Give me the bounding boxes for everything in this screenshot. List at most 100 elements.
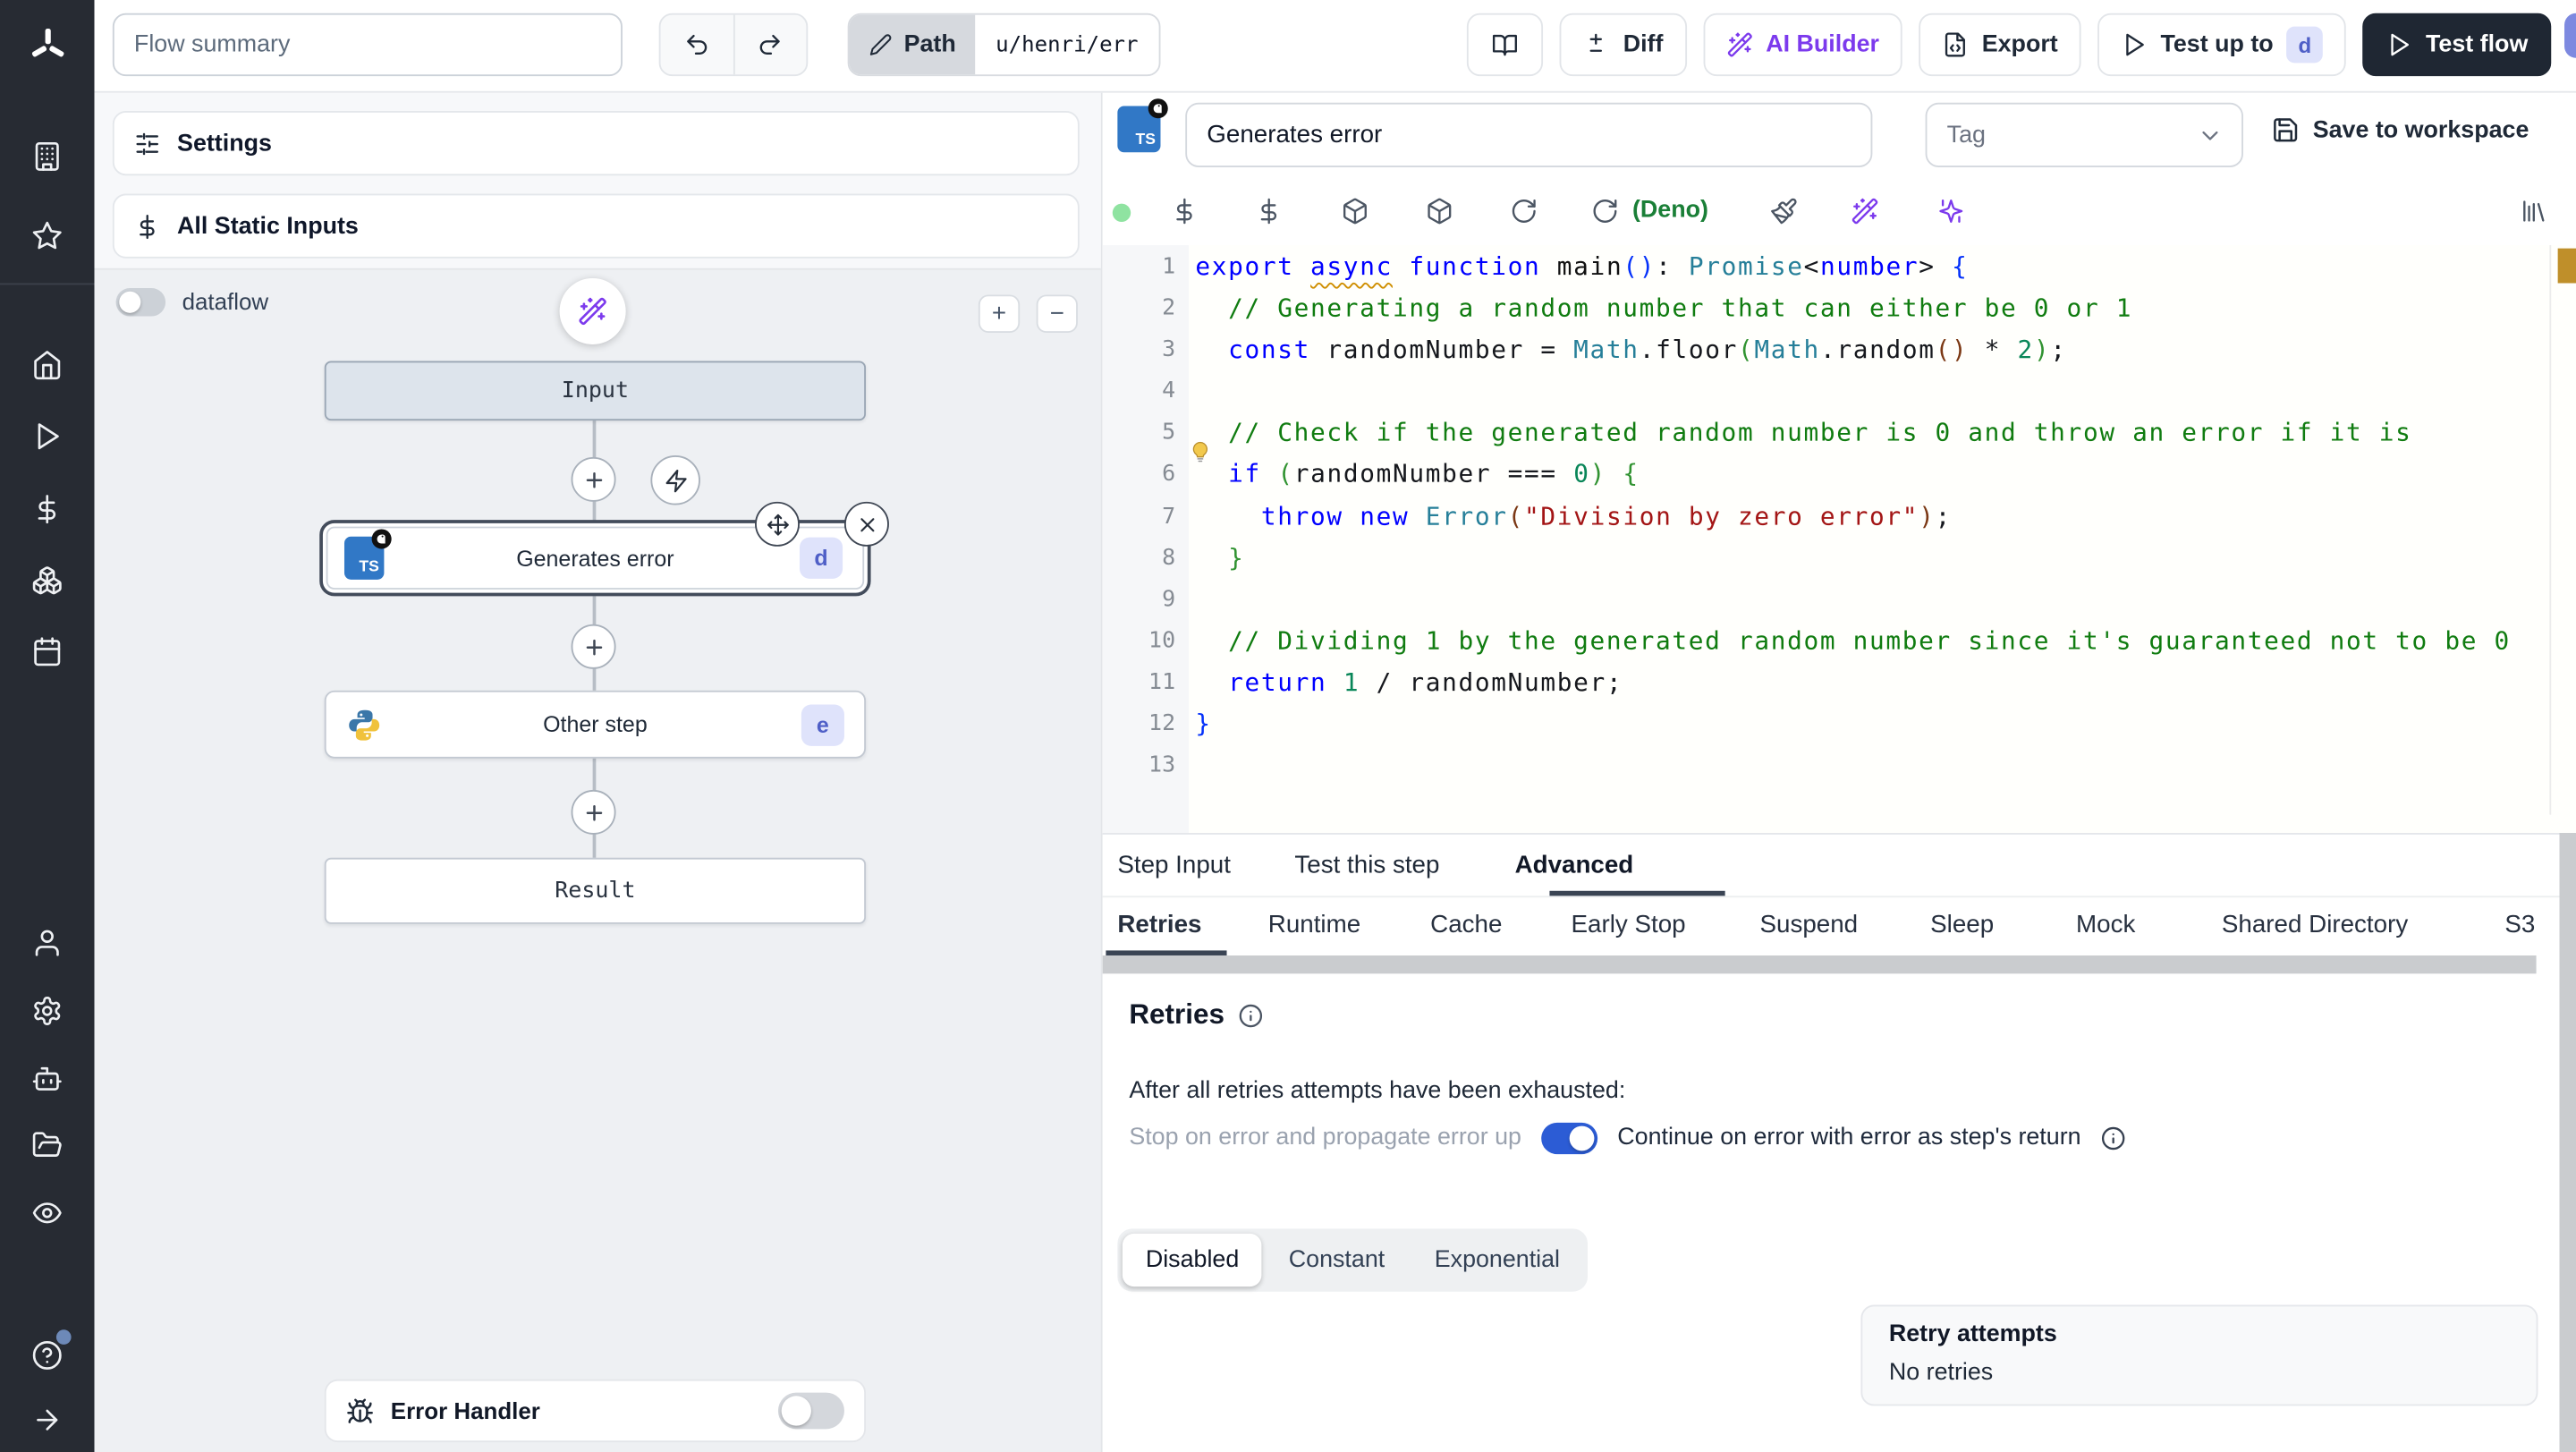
library-panel-icon[interactable]	[2520, 197, 2547, 225]
stop-on-error-label[interactable]: Stop on error and propagate error up	[1129, 1125, 1521, 1151]
windmill-logo-icon[interactable]	[0, 0, 95, 91]
subtab-suspend[interactable]: Suspend	[1760, 897, 1859, 950]
package-icon[interactable]	[1426, 197, 1453, 225]
subtab-runtime[interactable]: Runtime	[1268, 897, 1360, 950]
continue-on-error-toggle[interactable]	[1541, 1121, 1598, 1154]
home-icon[interactable]	[0, 344, 95, 384]
test-flow-button[interactable]: Test flow	[2362, 13, 2552, 77]
reload-runtime-icon[interactable]	[1591, 197, 1619, 225]
help-icon[interactable]	[0, 1329, 95, 1374]
help-notification-dot	[55, 1329, 72, 1345]
schedules-calendar-icon[interactable]	[0, 631, 95, 670]
settings-gear-icon[interactable]	[0, 990, 95, 1030]
zoom-out-button[interactable]: −	[1036, 294, 1078, 334]
variables-dollar-icon[interactable]	[0, 488, 95, 528]
reload-icon[interactable]	[1510, 197, 1538, 225]
hint-lightbulb-icon[interactable]	[1189, 440, 1212, 463]
strategy-exponential-button[interactable]: Exponential	[1411, 1234, 1583, 1286]
subtabs-horizontal-scrollbar[interactable]	[1102, 955, 2537, 974]
close-icon	[855, 513, 878, 536]
path-group: Path u/henri/err	[847, 13, 1160, 77]
subtab-mock[interactable]: Mock	[2076, 897, 2135, 950]
trigger-zap-button[interactable]	[650, 454, 700, 505]
error-handler-label: Error Handler	[390, 1397, 540, 1424]
docs-button[interactable]	[1467, 13, 1544, 77]
ai-builder-label: AI Builder	[1766, 31, 1879, 58]
error-handler-toggle[interactable]	[777, 1392, 844, 1430]
bug-icon	[346, 1397, 374, 1424]
code-line: throw new Error("Division by zero error"…	[1260, 501, 1952, 531]
code-line: const randomNumber = Math.floor(Math.ran…	[1228, 335, 2067, 365]
retries-exhausted-text: After all retries attempts have been exh…	[1129, 1077, 1626, 1105]
add-step-button[interactable]	[571, 456, 616, 502]
ai-wand-icon[interactable]	[1851, 197, 1878, 225]
undo-button[interactable]	[661, 15, 733, 75]
flow-node-result[interactable]: Result	[324, 857, 867, 924]
delete-step-button[interactable]	[843, 501, 889, 547]
folders-icon[interactable]	[0, 1125, 95, 1164]
collapse-sidebar-icon[interactable]	[0, 1399, 95, 1439]
path-value[interactable]: u/henri/err	[976, 15, 1158, 75]
subtab-early-stop[interactable]: Early Stop	[1572, 897, 1686, 950]
audit-eye-icon[interactable]	[0, 1193, 95, 1232]
tab-step-input[interactable]: Step Input	[1117, 835, 1231, 895]
diff-button[interactable]: Diff	[1560, 13, 1687, 77]
subtab-retries[interactable]: Retries	[1117, 897, 1201, 950]
flow-settings-button[interactable]: Settings	[112, 111, 1080, 176]
subtab-sleep[interactable]: Sleep	[1930, 897, 1994, 950]
resources-dollar-icon[interactable]	[1255, 197, 1283, 225]
save-to-workspace-button[interactable]: Save to workspace	[2271, 116, 2529, 144]
favorites-star-icon[interactable]	[0, 216, 95, 255]
file-code-icon	[1942, 31, 1969, 58]
user-icon[interactable]	[0, 922, 95, 962]
test-up-to-button[interactable]: Test up to d	[2097, 13, 2347, 77]
workers-robot-icon[interactable]	[0, 1058, 95, 1098]
save-icon	[2271, 116, 2299, 144]
variables-dollar-icon[interactable]	[1171, 197, 1199, 225]
info-icon[interactable]	[2101, 1125, 2126, 1151]
error-handler-card[interactable]: Error Handler	[324, 1379, 867, 1443]
info-icon[interactable]	[1238, 1003, 1263, 1028]
dataflow-label: dataflow	[182, 288, 269, 315]
redo-button[interactable]	[733, 14, 806, 75]
continue-on-error-label[interactable]: Continue on error with error as step's r…	[1617, 1125, 2080, 1151]
paintbrush-format-icon[interactable]	[1770, 197, 1798, 225]
topbar-actions: Diff AI Builder Export Test up to d Test …	[1467, 13, 2552, 77]
magic-wand-icon	[578, 296, 607, 326]
code-editor[interactable]: 1 2 3 4 5 6 7 8 9 10 11 12 13 export async function …	[1102, 244, 2576, 834]
workspace-building-icon[interactable]	[0, 136, 95, 175]
subtab-shared-directory[interactable]: Shared Directory	[2222, 897, 2408, 950]
add-step-button[interactable]	[571, 789, 616, 835]
code-line: // Dividing 1 by the generated random nu…	[1228, 625, 2511, 656]
code-line: return 1 / randomNumber;	[1228, 667, 1623, 698]
move-step-button[interactable]	[755, 501, 800, 547]
subtab-cache[interactable]: Cache	[1430, 897, 1502, 950]
flow-node-input[interactable]: Input	[324, 361, 867, 421]
add-step-button[interactable]	[571, 624, 616, 669]
tab-advanced[interactable]: Advanced	[1515, 835, 1634, 895]
ai-sparkles-icon[interactable]	[1937, 197, 1965, 225]
strategy-constant-button[interactable]: Constant	[1266, 1234, 1408, 1286]
tag-select[interactable]: Tag	[1925, 102, 2243, 167]
all-static-inputs-button[interactable]: All Static Inputs	[112, 193, 1080, 259]
panel-vertical-scrollbar[interactable]	[2559, 833, 2576, 1452]
flow-summary-input[interactable]	[112, 13, 623, 77]
step-name-input[interactable]	[1185, 102, 1873, 167]
runs-play-icon[interactable]	[0, 416, 95, 455]
path-button[interactable]: Path	[849, 14, 976, 75]
dataflow-toggle[interactable]	[115, 288, 166, 317]
flow-node-other-step[interactable]: Other step e	[324, 690, 867, 759]
ai-builder-button[interactable]: AI Builder	[1702, 13, 1902, 77]
strategy-disabled-button[interactable]: Disabled	[1122, 1233, 1263, 1287]
zoom-in-button[interactable]: +	[978, 294, 1021, 334]
export-button[interactable]: Export	[1919, 13, 2081, 77]
tab-test-this-step[interactable]: Test this step	[1294, 835, 1439, 895]
ai-flow-wand-button[interactable]	[559, 277, 626, 344]
assistant-edge-button[interactable]	[2564, 13, 2576, 58]
runtime-label[interactable]: (Deno)	[1632, 197, 1708, 224]
subtab-s3[interactable]: S3	[2504, 897, 2535, 950]
package-icon[interactable]	[1341, 197, 1368, 225]
code-content[interactable]: export async function main(): Promise<nu…	[1195, 247, 2543, 787]
resources-boxes-icon[interactable]	[0, 560, 95, 599]
